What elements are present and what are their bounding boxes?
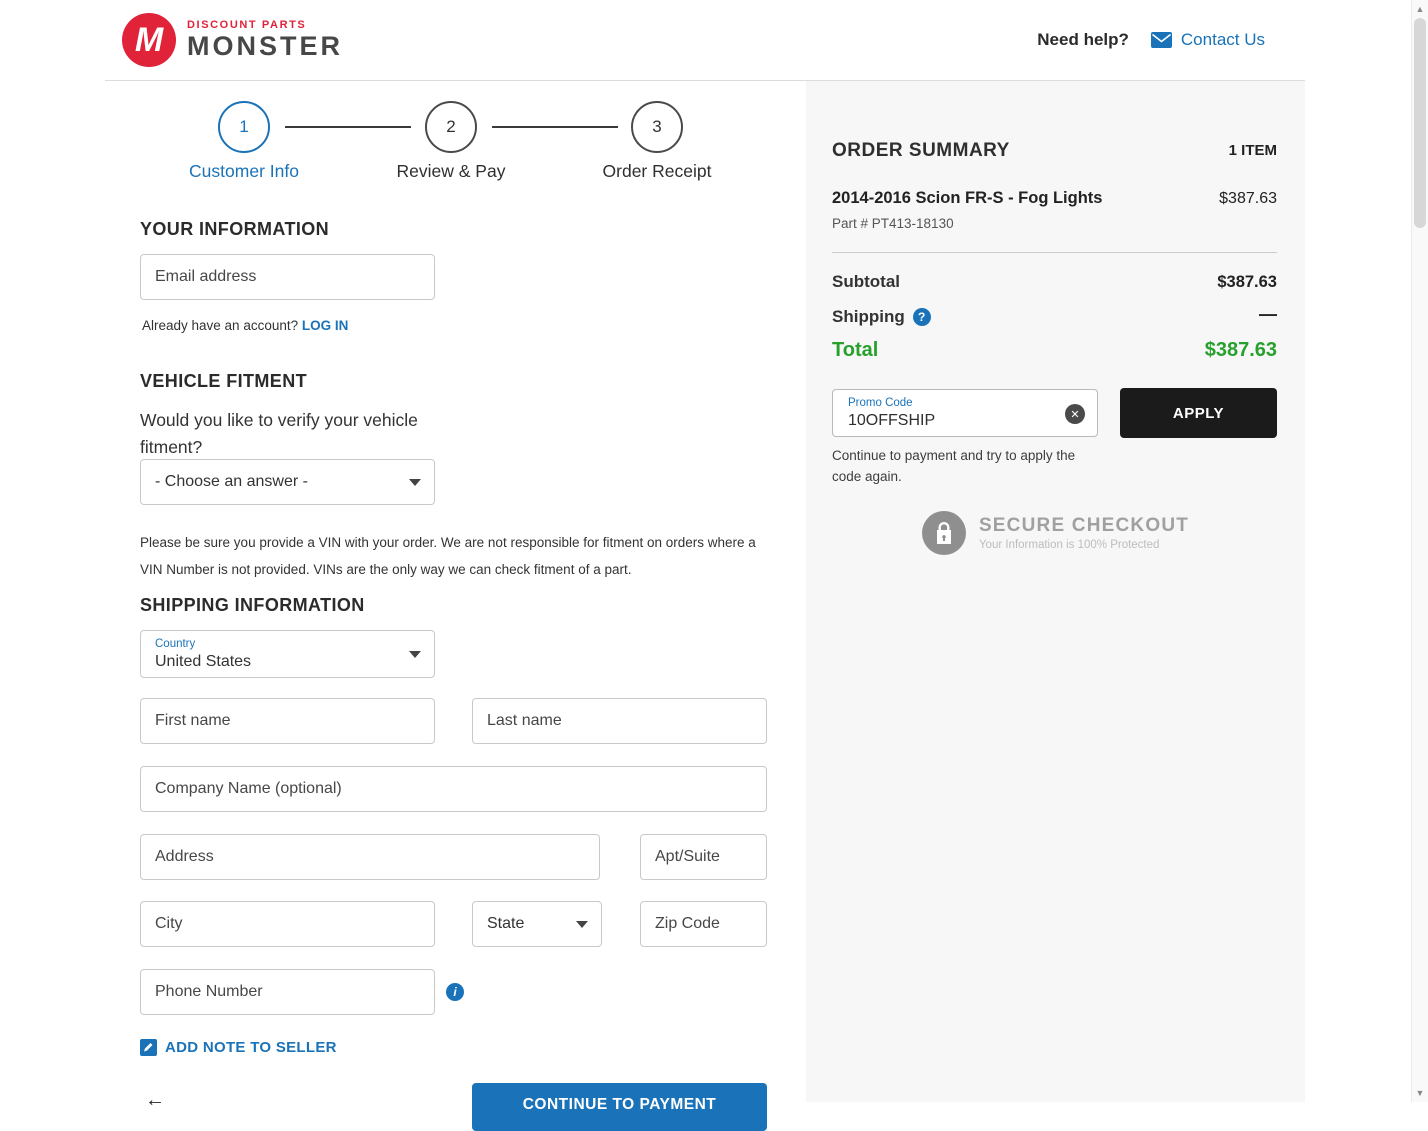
state-select[interactable]: State [472,901,602,947]
step-1-circle[interactable]: 1 [218,101,270,153]
envelope-icon [1150,32,1172,48]
first-name-field[interactable] [140,698,435,744]
company-field[interactable] [140,766,767,812]
clear-promo-icon[interactable]: ✕ [1065,404,1085,424]
secure-subtitle: Your Information is 100% Protected [978,539,1160,551]
divider [832,252,1277,253]
note-icon [140,1039,157,1056]
address-field[interactable] [140,834,600,880]
chevron-down-icon [409,651,421,658]
item-name: 2014-2016 Scion FR-S - Fog Lights [832,189,1103,207]
contact-us-link[interactable]: Contact Us [1150,30,1265,50]
step-1-label: Customer Info [189,161,299,181]
email-field[interactable] [140,254,435,300]
subtotal-label: Subtotal [832,272,900,291]
step-2-circle[interactable]: 2 [425,101,477,153]
secure-title: SECURE CHECKOUT [978,515,1190,536]
scrollbar-down-icon[interactable]: ▼ [1412,1088,1428,1098]
brand-text: DISCOUNT PARTS MONSTER [187,19,343,61]
need-help-text: Need help? [1037,30,1129,49]
shipping-information-heading: SHIPPING INFORMATION [140,595,365,615]
shipping-row: Shipping ? [832,307,931,327]
subtotal-value: $387.63 [1217,273,1277,291]
add-note-to-seller-link[interactable]: ADD NOTE TO SELLER [140,1039,337,1056]
checkout-form-column: 1 2 3 Customer Info Review & Pay Order R… [105,81,806,1131]
item-price: $387.63 [1219,190,1277,207]
state-value: State [487,915,525,932]
apt-suite-field[interactable] [640,834,767,880]
promo-code-input[interactable]: Promo Code 10OFFSHIP ✕ [832,389,1098,437]
phone-field[interactable] [140,969,435,1015]
step-3-label: Order Receipt [602,161,712,181]
item-count-badge: 1 ITEM [1228,142,1277,159]
add-note-label: ADD NOTE TO SELLER [165,1039,337,1056]
last-name-field[interactable] [472,698,767,744]
contact-us-label: Contact Us [1180,30,1265,49]
login-link[interactable]: LOG IN [302,318,349,333]
header: M DISCOUNT PARTS MONSTER Need help? Cont… [105,0,1305,81]
brand-monogram-icon: M [122,13,176,67]
lock-icon [921,511,966,555]
brand-tagline: DISCOUNT PARTS [187,19,307,31]
order-summary-panel: ORDER SUMMARY 1 ITEM 2014-2016 Scion FR-… [806,81,1305,1102]
account-prompt-text: Already have an account? [142,318,299,333]
total-label: Total [832,339,879,361]
country-label: Country [155,638,196,650]
scrollbar[interactable]: ▲ ▼ [1411,0,1428,1102]
checkout-stepper: 1 2 3 Customer Info Review & Pay Order R… [105,101,805,213]
brand-logo[interactable]: M DISCOUNT PARTS MONSTER [122,13,343,67]
country-value: United States [155,653,252,670]
promo-code-label: Promo Code [848,397,913,409]
shipping-help-icon[interactable]: ? [912,308,931,326]
scrollbar-up-icon[interactable]: ▲ [1412,4,1428,14]
header-help-area: Need help? Contact Us [1037,30,1265,50]
promo-note: Continue to payment and try to apply the… [832,448,1076,484]
secure-text: SECURE CHECKOUT Your Information is 100%… [979,515,1189,551]
zip-code-field[interactable] [640,901,767,947]
brand-name: MONSTER [187,31,343,61]
main-content: 1 2 3 Customer Info Review & Pay Order R… [105,81,1305,1131]
fitment-question: Would you like to verify your vehicle fi… [140,410,418,457]
chevron-down-icon [576,921,588,928]
total-value: $387.63 [1204,339,1277,361]
scrollbar-thumb[interactable] [1414,18,1426,228]
shipping-value: — [1259,304,1277,324]
chevron-down-icon [409,479,421,486]
fitment-answer-select[interactable]: - Choose an answer - [140,459,435,505]
your-information-heading: YOUR INFORMATION [140,219,330,239]
fitment-answer-value: - Choose an answer - [155,473,308,490]
phone-info-icon[interactable]: i [446,983,464,1001]
account-prompt: Already have an account? LOG IN [142,318,348,333]
country-select[interactable]: Country United States [140,630,435,678]
vin-note: Please be sure you provide a VIN with yo… [140,535,756,577]
back-icon[interactable]: ← [145,1089,165,1112]
order-summary-title: ORDER SUMMARY [832,140,1010,161]
shipping-label: Shipping [832,307,905,326]
step-2-label: Review & Pay [396,161,506,181]
secure-checkout-badge: SECURE CHECKOUT Your Information is 100%… [806,511,1305,555]
stepper-connector [285,126,411,128]
step-3-circle[interactable]: 3 [631,101,683,153]
apply-promo-button[interactable]: APPLY [1120,388,1277,438]
city-field[interactable] [140,901,435,947]
stepper-connector [492,126,618,128]
item-part-number: Part # PT413-18130 [832,216,954,231]
vehicle-fitment-heading: VEHICLE FITMENT [140,371,307,391]
continue-to-payment-button[interactable]: CONTINUE TO PAYMENT [472,1083,767,1131]
promo-code-value: 10OFFSHIP [848,412,936,429]
